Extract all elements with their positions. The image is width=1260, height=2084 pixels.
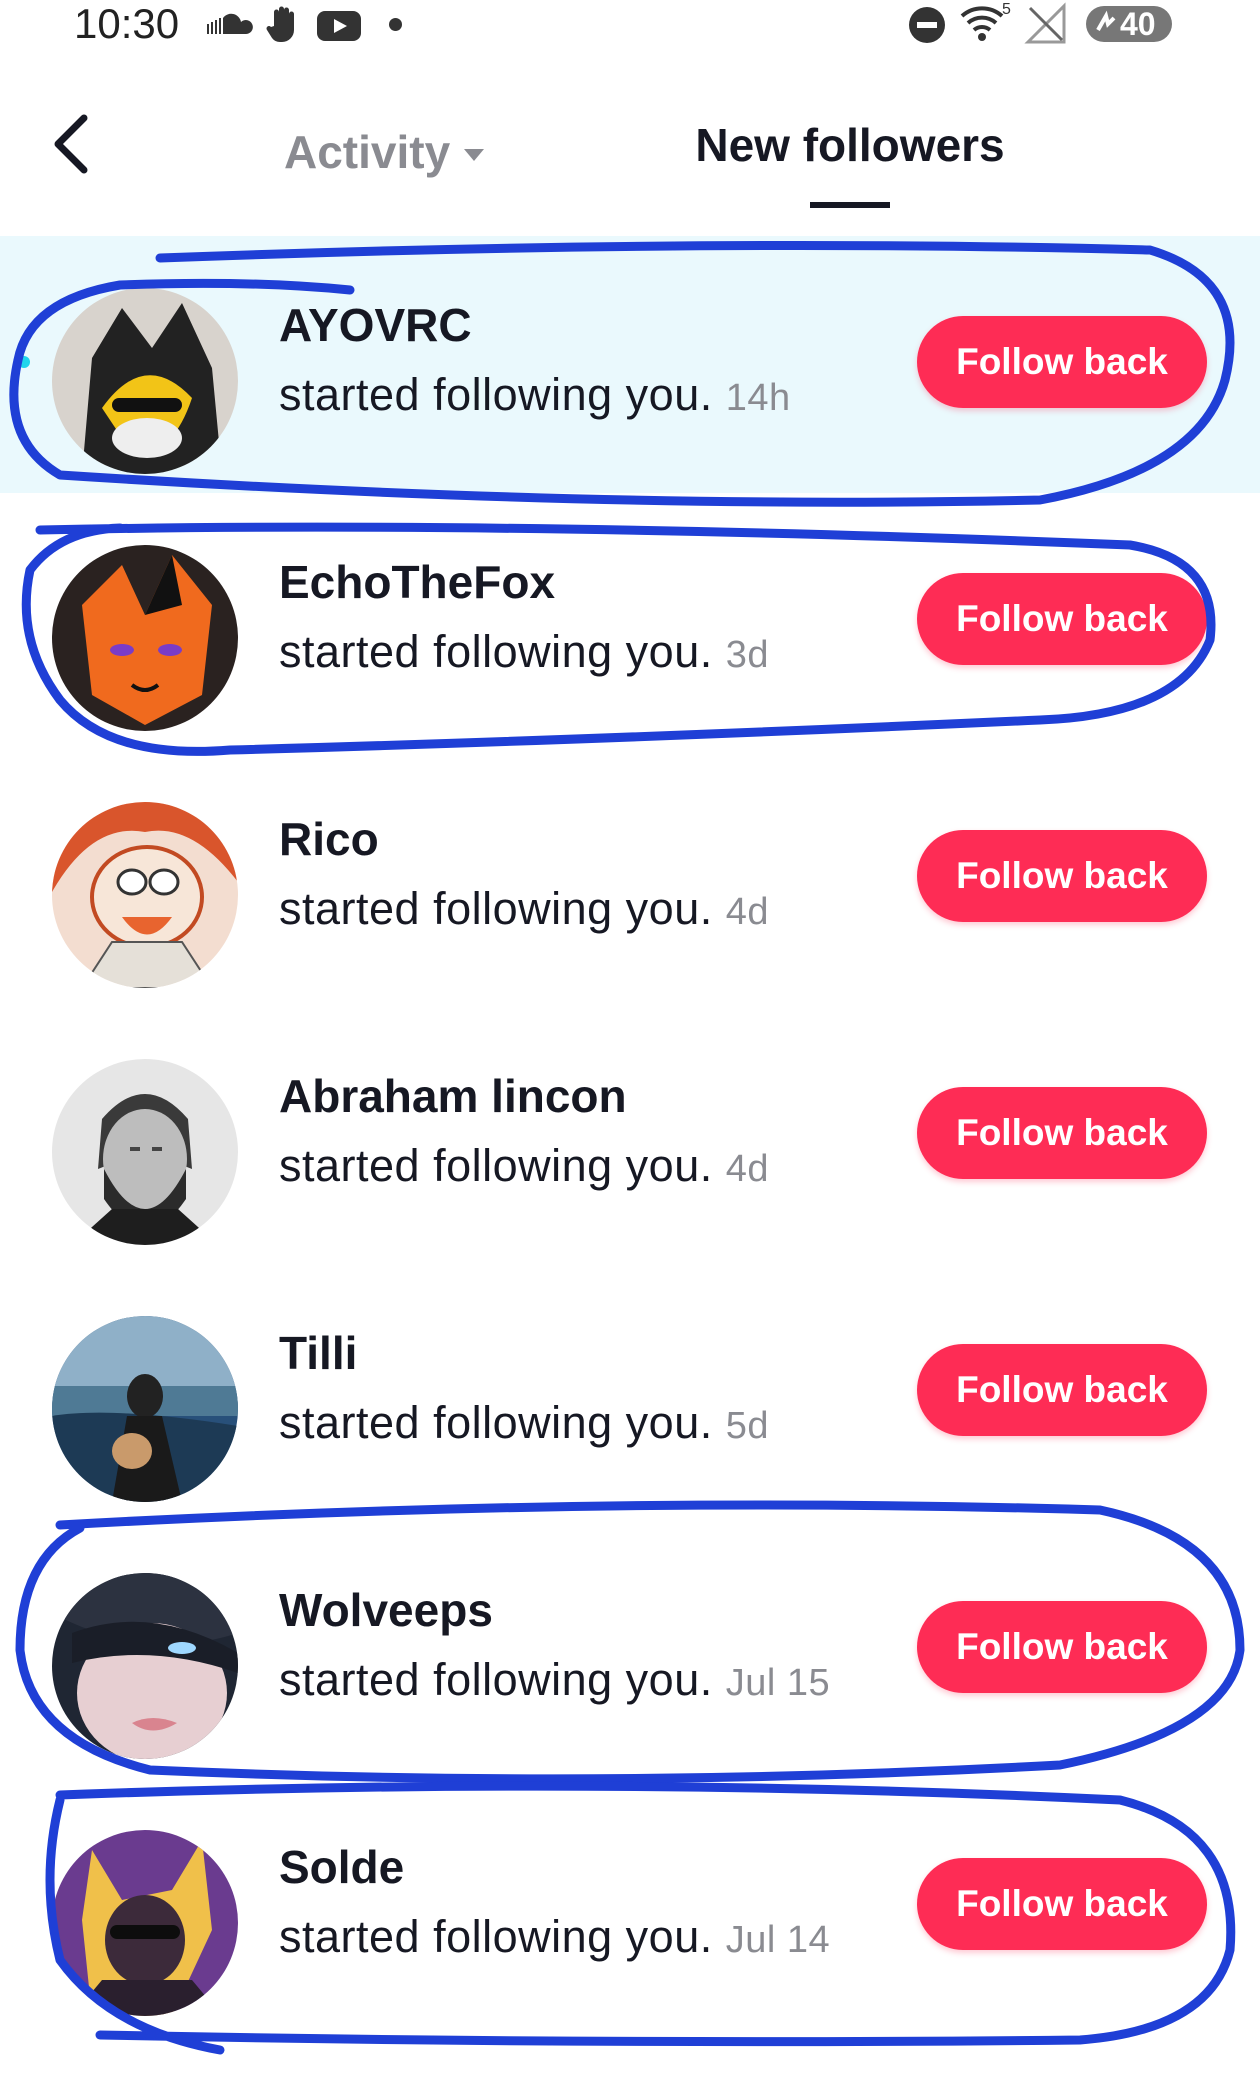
tab-new-followers[interactable]: New followers [680,106,1020,216]
follower-name[interactable]: Tilli [279,1326,357,1380]
follower-time: Jul 14 [725,1919,831,1961]
follower-time: 4d [725,1148,770,1190]
follower-activity: started following you. 3d [279,626,770,677]
caret-down-icon [464,149,485,161]
follower-activity: started following you. 4d [279,1140,770,1191]
battery-level: 40 [1120,6,1156,42]
follow-back-button[interactable]: Follow back [917,316,1207,408]
avatar[interactable] [52,1316,238,1502]
follow-back-button[interactable]: Follow back [917,1087,1207,1179]
back-button[interactable] [44,104,100,184]
follower-name[interactable]: EchoTheFox [279,555,555,609]
follower-time: 4d [725,891,770,933]
follower-name[interactable]: Solde [279,1840,404,1894]
chevron-left-icon [54,114,88,174]
tab-new-followers-label: New followers [695,119,1005,171]
svg-text:5: 5 [1002,1,1011,18]
do-not-disturb-icon [909,7,945,43]
follower-activity: started following you. Jul 15 [279,1654,831,1705]
avatar[interactable] [52,288,238,474]
follower-time: Jul 15 [725,1662,831,1704]
dot-icon [389,18,402,31]
follower-activity: started following you. 14h [279,369,791,420]
follower-activity: started following you. 5d [279,1397,770,1448]
avatar[interactable] [52,1573,238,1759]
follow-back-button[interactable]: Follow back [917,1858,1207,1950]
follow-back-button[interactable]: Follow back [917,573,1207,665]
tab-activity-label: Activity [284,126,451,178]
follow-back-button[interactable]: Follow back [917,1344,1207,1436]
list-item[interactable]: Solde started following you. Jul 14 Foll… [0,1778,1260,2035]
avatar[interactable] [52,802,238,988]
list-item[interactable]: Wolveeps started following you. Jul 15 F… [0,1521,1260,1778]
follower-time: 14h [725,377,791,419]
follow-back-button[interactable]: Follow back [917,1601,1207,1693]
status-bar: 10:30 5 40 [0,0,1260,52]
follower-time: 5d [725,1405,770,1447]
active-tab-indicator [810,202,890,208]
follower-name[interactable]: Wolveeps [279,1583,493,1637]
follower-activity: started following you. Jul 14 [279,1911,831,1962]
follow-back-button[interactable]: Follow back [917,830,1207,922]
follower-activity: started following you. 4d [279,883,770,934]
follower-time: 3d [725,634,770,676]
wifi-icon: 5 [960,1,1011,41]
list-item[interactable]: Abraham lincon started following you. 4d… [0,1007,1260,1264]
list-item[interactable]: Rico started following you. 4d Follow ba… [0,750,1260,1007]
tab-activity[interactable]: Activity [284,112,485,192]
avatar[interactable] [52,1059,238,1245]
header: Activity New followers [0,60,1260,220]
follower-name[interactable]: AYOVRC [279,298,472,352]
avatar[interactable] [52,1830,238,2016]
unread-indicator [18,356,30,368]
hand-icon [266,6,294,42]
status-time: 10:30 [74,0,180,47]
follower-list: AYOVRC started following you. 14h Follow… [0,236,1260,2035]
list-item[interactable]: AYOVRC started following you. 14h Follow… [0,236,1260,493]
soundcloud-icon [207,13,253,35]
youtube-icon [317,11,361,41]
signal-off-icon [1024,2,1066,44]
list-item[interactable]: EchoTheFox started following you. 3d Fol… [0,493,1260,750]
list-item[interactable]: Tilli started following you. 5d Follow b… [0,1264,1260,1521]
avatar[interactable] [52,545,238,731]
follower-name[interactable]: Abraham lincon [279,1069,627,1123]
follower-name[interactable]: Rico [279,812,379,866]
